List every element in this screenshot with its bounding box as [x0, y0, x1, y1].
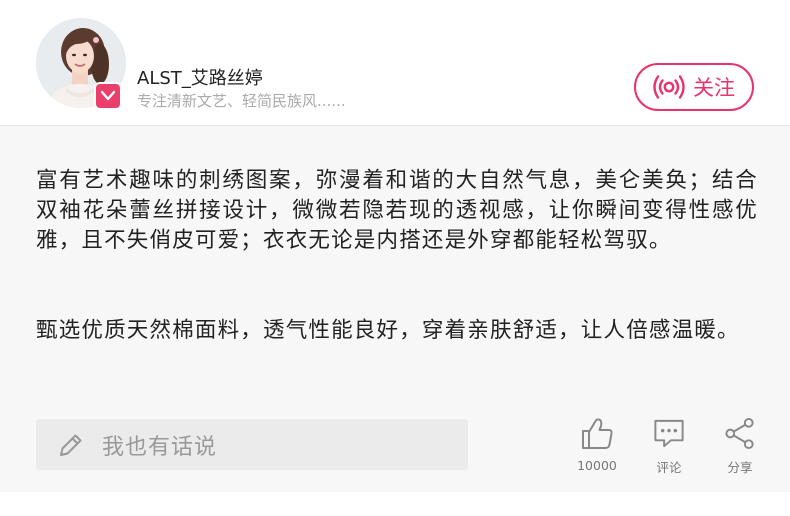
description-paragraph-1: 富有艺术趣味的刺绣图案，弥漫着和谐的大自然气息，美仑美奂；结合双袖花朵蕾丝拼接设…: [36, 168, 758, 253]
author-name[interactable]: ALST_艾路丝婷: [137, 64, 263, 90]
author-description: 专注清新文艺、轻简民族风......: [137, 92, 346, 110]
follow-button[interactable]: 关注: [634, 63, 754, 111]
comment-label: 评论: [656, 460, 682, 475]
comment-input[interactable]: 我也有话说: [36, 419, 468, 470]
verified-badge: [94, 82, 122, 110]
post-body: 富有艺术趣味的刺绣图案，弥漫着和谐的大自然气息，美仑美奂；结合双袖花朵蕾丝拼接设…: [0, 126, 790, 492]
like-button[interactable]: 10000: [562, 416, 632, 476]
pencil-icon: [60, 434, 82, 456]
thumbs-up-icon: [582, 418, 613, 449]
share-button[interactable]: 分享: [705, 416, 775, 476]
live-broadcast-icon: [653, 75, 685, 99]
share-label: 分享: [727, 460, 753, 475]
comment-placeholder: 我也有话说: [102, 434, 218, 460]
author-avatar-wrap[interactable]: [36, 18, 126, 110]
like-count: 10000: [577, 458, 617, 473]
bottom-spacer: [0, 492, 790, 516]
share-icon: [725, 417, 754, 450]
post-header: ALST_艾路丝婷 专注清新文艺、轻简民族风...... 关注: [0, 0, 790, 126]
description-paragraph-2: 甄选优质天然棉面料，透气性能良好，穿着亲肤舒适，让人倍感温暖。: [36, 318, 740, 343]
comment-bubble-icon: [654, 419, 684, 448]
comment-button[interactable]: 评论: [634, 416, 704, 476]
v-verified-icon: [100, 90, 116, 101]
follow-label: 关注: [693, 76, 735, 100]
